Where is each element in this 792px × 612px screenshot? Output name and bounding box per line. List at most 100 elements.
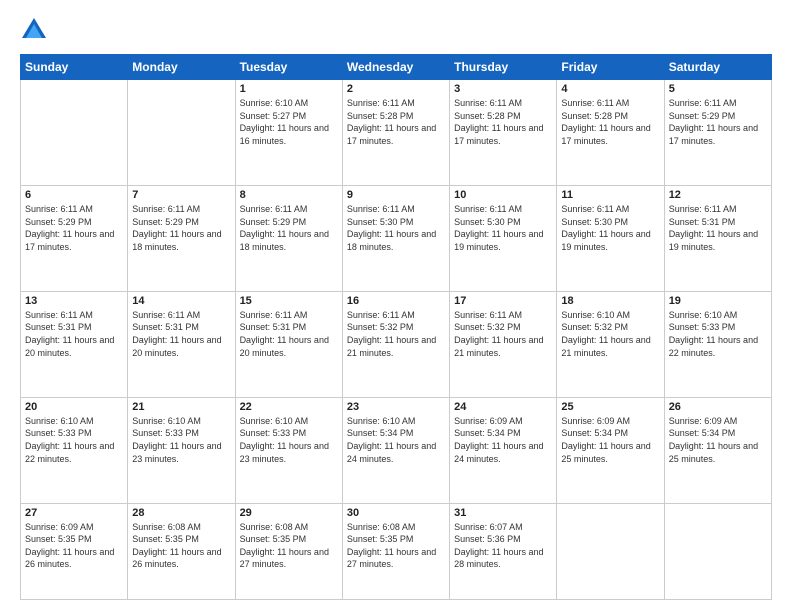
day-info: Sunrise: 6:11 AMSunset: 5:28 PMDaylight:…: [347, 97, 445, 147]
day-number: 30: [347, 507, 445, 519]
calendar-cell: [21, 80, 128, 186]
day-number: 18: [561, 295, 659, 307]
day-number: 28: [132, 507, 230, 519]
calendar-cell: 24 Sunrise: 6:09 AMSunset: 5:34 PMDayligh…: [450, 397, 557, 503]
day-number: 3: [454, 83, 552, 95]
day-info: Sunrise: 6:10 AMSunset: 5:32 PMDaylight:…: [561, 309, 659, 359]
day-number: 27: [25, 507, 123, 519]
day-info: Sunrise: 6:11 AMSunset: 5:29 PMDaylight:…: [669, 97, 767, 147]
calendar-cell: 10 Sunrise: 6:11 AMSunset: 5:30 PMDayligh…: [450, 185, 557, 291]
calendar-cell: 30 Sunrise: 6:08 AMSunset: 5:35 PMDayligh…: [342, 503, 449, 599]
calendar-cell: 1 Sunrise: 6:10 AMSunset: 5:27 PMDaylight…: [235, 80, 342, 186]
calendar-cell: 18 Sunrise: 6:10 AMSunset: 5:32 PMDayligh…: [557, 291, 664, 397]
day-info: Sunrise: 6:10 AMSunset: 5:34 PMDaylight:…: [347, 415, 445, 465]
page: SundayMondayTuesdayWednesdayThursdayFrid…: [0, 0, 792, 612]
logo: [20, 16, 50, 44]
calendar-cell: [557, 503, 664, 599]
day-info: Sunrise: 6:11 AMSunset: 5:31 PMDaylight:…: [132, 309, 230, 359]
calendar-cell: 17 Sunrise: 6:11 AMSunset: 5:32 PMDayligh…: [450, 291, 557, 397]
weekday-header: Friday: [557, 55, 664, 80]
day-number: 15: [240, 295, 338, 307]
calendar-cell: 13 Sunrise: 6:11 AMSunset: 5:31 PMDayligh…: [21, 291, 128, 397]
calendar-cell: 3 Sunrise: 6:11 AMSunset: 5:28 PMDaylight…: [450, 80, 557, 186]
day-number: 1: [240, 83, 338, 95]
calendar-table: SundayMondayTuesdayWednesdayThursdayFrid…: [20, 54, 772, 600]
day-info: Sunrise: 6:10 AMSunset: 5:33 PMDaylight:…: [132, 415, 230, 465]
day-info: Sunrise: 6:09 AMSunset: 5:34 PMDaylight:…: [561, 415, 659, 465]
calendar-cell: 19Sunrise: 6:10 AMSunset: 5:33 PMDayligh…: [664, 291, 771, 397]
calendar-cell: 15 Sunrise: 6:11 AMSunset: 5:31 PMDayligh…: [235, 291, 342, 397]
day-info: Sunrise: 6:11 AMSunset: 5:31 PMDaylight:…: [25, 309, 123, 359]
day-number: 10: [454, 189, 552, 201]
day-number: 4: [561, 83, 659, 95]
day-info: Sunrise: 6:10 AMSunset: 5:33 PMDaylight:…: [240, 415, 338, 465]
day-number: 8: [240, 189, 338, 201]
day-number: 20: [25, 401, 123, 413]
weekday-header: Saturday: [664, 55, 771, 80]
calendar-cell: 9 Sunrise: 6:11 AMSunset: 5:30 PMDaylight…: [342, 185, 449, 291]
day-info: Sunrise: 6:08 AMSunset: 5:35 PMDaylight:…: [347, 521, 445, 571]
weekday-header: Monday: [128, 55, 235, 80]
day-number: 22: [240, 401, 338, 413]
calendar-cell: 14 Sunrise: 6:11 AMSunset: 5:31 PMDayligh…: [128, 291, 235, 397]
calendar-cell: 7 Sunrise: 6:11 AMSunset: 5:29 PMDaylight…: [128, 185, 235, 291]
day-number: 29: [240, 507, 338, 519]
weekday-header: Tuesday: [235, 55, 342, 80]
day-info: Sunrise: 6:11 AMSunset: 5:29 PMDaylight:…: [132, 203, 230, 253]
header: [20, 16, 772, 44]
day-info: Sunrise: 6:11 AMSunset: 5:29 PMDaylight:…: [240, 203, 338, 253]
day-number: 21: [132, 401, 230, 413]
calendar-cell: 22 Sunrise: 6:10 AMSunset: 5:33 PMDayligh…: [235, 397, 342, 503]
calendar-cell: 6 Sunrise: 6:11 AMSunset: 5:29 PMDaylight…: [21, 185, 128, 291]
day-info: Sunrise: 6:08 AMSunset: 5:35 PMDaylight:…: [240, 521, 338, 571]
day-number: 11: [561, 189, 659, 201]
day-info: Sunrise: 6:07 AMSunset: 5:36 PMDaylight:…: [454, 521, 552, 571]
day-info: Sunrise: 6:11 AMSunset: 5:28 PMDaylight:…: [561, 97, 659, 147]
day-number: 14: [132, 295, 230, 307]
day-number: 31: [454, 507, 552, 519]
day-number: 13: [25, 295, 123, 307]
day-number: 16: [347, 295, 445, 307]
day-info: Sunrise: 6:11 AMSunset: 5:32 PMDaylight:…: [347, 309, 445, 359]
calendar-cell: 26Sunrise: 6:09 AMSunset: 5:34 PMDayligh…: [664, 397, 771, 503]
calendar-cell: 21 Sunrise: 6:10 AMSunset: 5:33 PMDayligh…: [128, 397, 235, 503]
day-number: 26: [669, 401, 767, 413]
calendar-cell: 16 Sunrise: 6:11 AMSunset: 5:32 PMDayligh…: [342, 291, 449, 397]
day-info: Sunrise: 6:11 AMSunset: 5:30 PMDaylight:…: [454, 203, 552, 253]
calendar-cell: 25 Sunrise: 6:09 AMSunset: 5:34 PMDayligh…: [557, 397, 664, 503]
calendar-cell: 2 Sunrise: 6:11 AMSunset: 5:28 PMDaylight…: [342, 80, 449, 186]
day-info: Sunrise: 6:11 AMSunset: 5:30 PMDaylight:…: [561, 203, 659, 253]
day-number: 7: [132, 189, 230, 201]
calendar-cell: 27 Sunrise: 6:09 AMSunset: 5:35 PMDayligh…: [21, 503, 128, 599]
day-info: Sunrise: 6:10 AMSunset: 5:27 PMDaylight:…: [240, 97, 338, 147]
weekday-header: Wednesday: [342, 55, 449, 80]
day-number: 23: [347, 401, 445, 413]
day-number: 17: [454, 295, 552, 307]
day-number: 24: [454, 401, 552, 413]
day-info: Sunrise: 6:09 AMSunset: 5:35 PMDaylight:…: [25, 521, 123, 571]
day-info: Sunrise: 6:09 AMSunset: 5:34 PMDaylight:…: [454, 415, 552, 465]
day-info: Sunrise: 6:11 AMSunset: 5:30 PMDaylight:…: [347, 203, 445, 253]
day-info: Sunrise: 6:11 AMSunset: 5:29 PMDaylight:…: [25, 203, 123, 253]
calendar-cell: 12 Sunrise: 6:11 AMSunset: 5:31 PMDayligh…: [664, 185, 771, 291]
day-info: Sunrise: 6:11 AMSunset: 5:28 PMDaylight:…: [454, 97, 552, 147]
calendar-cell: 31 Sunrise: 6:07 AMSunset: 5:36 PMDayligh…: [450, 503, 557, 599]
calendar-cell: [128, 80, 235, 186]
day-info: Sunrise: 6:11 AMSunset: 5:31 PMDaylight:…: [669, 203, 767, 253]
day-number: 12: [669, 189, 767, 201]
calendar-cell: 23 Sunrise: 6:10 AMSunset: 5:34 PMDayligh…: [342, 397, 449, 503]
day-number: 6: [25, 189, 123, 201]
day-number: 9: [347, 189, 445, 201]
day-info: Sunrise: 6:11 AMSunset: 5:32 PMDaylight:…: [454, 309, 552, 359]
day-info: Sunrise: 6:11 AMSunset: 5:31 PMDaylight:…: [240, 309, 338, 359]
day-info: Sunrise: 6:10 AMSunset: 5:33 PMDaylight:…: [669, 309, 767, 359]
weekday-header: Sunday: [21, 55, 128, 80]
day-number: 2: [347, 83, 445, 95]
calendar-cell: 4 Sunrise: 6:11 AMSunset: 5:28 PMDaylight…: [557, 80, 664, 186]
calendar-cell: 20Sunrise: 6:10 AMSunset: 5:33 PMDayligh…: [21, 397, 128, 503]
calendar-cell: [664, 503, 771, 599]
day-info: Sunrise: 6:08 AMSunset: 5:35 PMDaylight:…: [132, 521, 230, 571]
calendar-cell: 29 Sunrise: 6:08 AMSunset: 5:35 PMDayligh…: [235, 503, 342, 599]
day-number: 5: [669, 83, 767, 95]
day-number: 25: [561, 401, 659, 413]
